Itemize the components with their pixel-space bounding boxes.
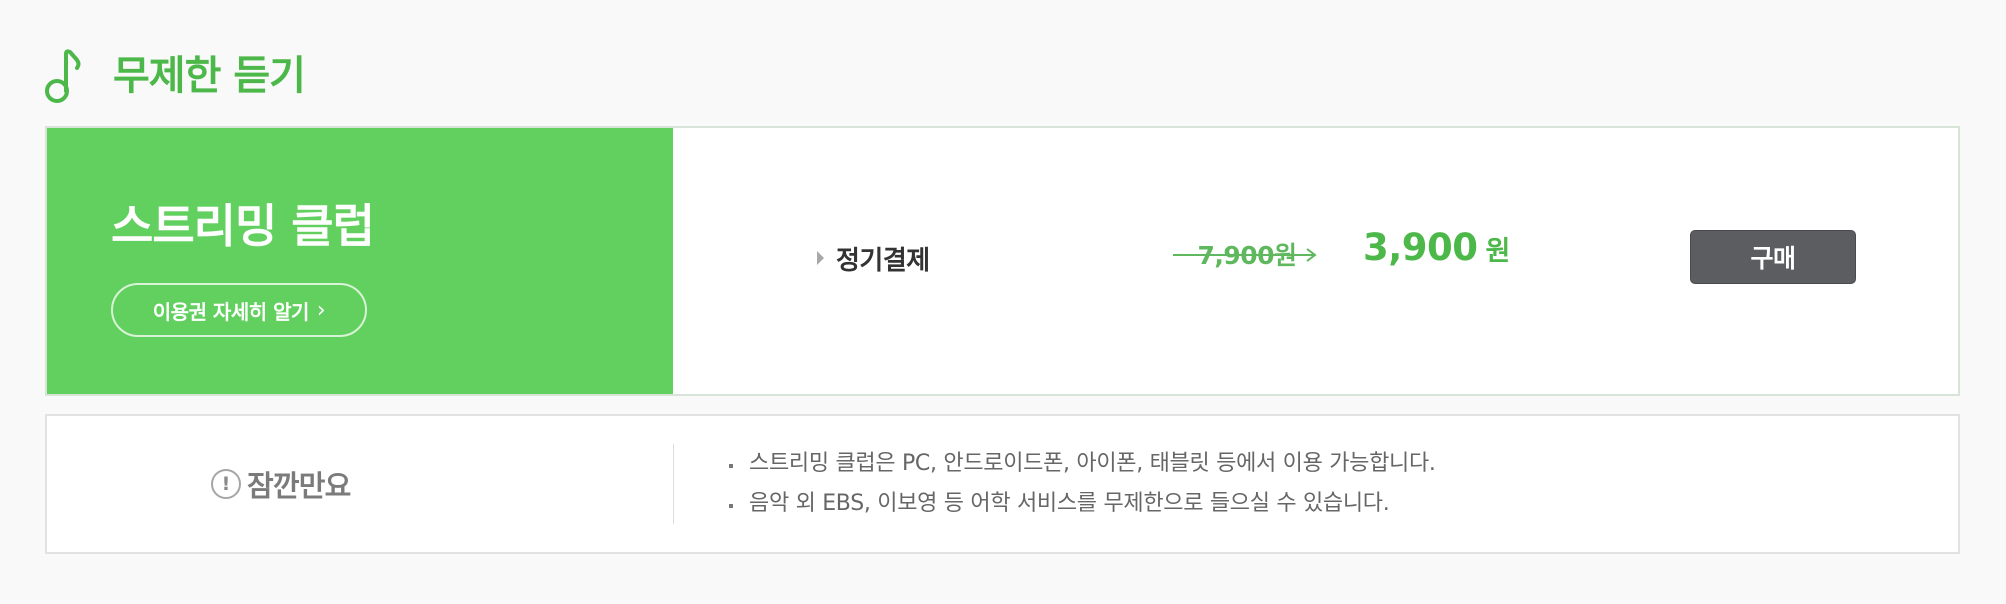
chevron-right-icon: › [316, 297, 326, 323]
notice-card: ! 잠깐만요 스트리밍 클럽은 PC, 안드로이드폰, 아이폰, 태블릿 등에서… [45, 414, 1960, 554]
sale-price: 3,900 원 [1363, 226, 1510, 276]
promo-panel: 스트리밍 클럽 이용권 자세히 알기 › [47, 128, 673, 394]
triangle-right-icon [817, 251, 824, 265]
exclamation-circle-icon: ! [211, 469, 241, 499]
buy-button[interactable]: 구매 [1690, 230, 1856, 284]
billing-option[interactable]: 정기결제 [817, 238, 930, 278]
notice-item: 스트리밍 클럽은 PC, 안드로이드폰, 아이폰, 태블릿 등에서 이용 가능합… [727, 444, 1436, 484]
notice-list: 스트리밍 클럽은 PC, 안드로이드폰, 아이폰, 태블릿 등에서 이용 가능합… [727, 444, 1436, 524]
product-card: 스트리밍 클럽 이용권 자세히 알기 › 정기결제 7,900원 3,900 원 [45, 126, 1960, 396]
offer-area: 정기결제 7,900원 3,900 원 구매 [673, 128, 1958, 394]
notice-item: 음악 외 EBS, 이보영 등 어학 서비스를 무제한으로 들으실 수 있습니다… [727, 484, 1436, 524]
sale-price-unit: 원 [1485, 236, 1511, 267]
music-note-icon [45, 49, 81, 103]
billing-label: 정기결제 [836, 245, 930, 276]
sale-price-amount: 3,900 [1363, 226, 1478, 269]
notice-header: ! 잠깐만요 [211, 464, 351, 504]
notice-divider [673, 444, 674, 524]
detail-link-button[interactable]: 이용권 자세히 알기 › [111, 283, 367, 337]
notice-title: 잠깐만요 [247, 469, 351, 503]
product-name: 스트리밍 클럽 [111, 199, 375, 253]
original-price-block: 7,900원 [1173, 234, 1321, 274]
section-header: 무제한 듣기 [45, 46, 306, 106]
page: 무제한 듣기 스트리밍 클럽 이용권 자세히 알기 › 정기결제 7,900원 [0, 0, 2006, 604]
section-title: 무제한 듣기 [113, 53, 306, 99]
strikethrough-arrow-icon [1173, 248, 1317, 262]
detail-link-label: 이용권 자세히 알기 [152, 299, 310, 324]
